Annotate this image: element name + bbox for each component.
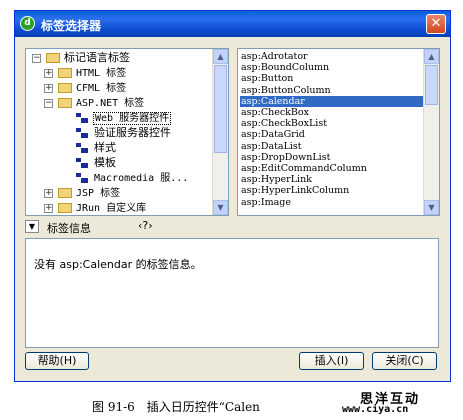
tag-info-title: 标签信息 <box>47 222 91 235</box>
tree-item-label: Macromedia 服... <box>94 173 189 184</box>
tag-icon <box>76 173 88 183</box>
tag-icon <box>76 158 88 168</box>
tag-chooser-dialog: d 标签选择器 ✕ − 标记语言标签 + HTML 标签 + CFML 标签 − ASP.NE… <box>14 10 451 382</box>
watermark-url: www.ciya.cn <box>342 404 409 415</box>
list-item[interactable]: asp:EditCommandColumn <box>240 163 367 174</box>
list-item[interactable]: asp:ButtonColumn <box>240 85 331 96</box>
list-item[interactable]: asp:HyperLinkColumn <box>240 185 349 196</box>
tree-item-label: JSP 标签 <box>76 188 121 199</box>
app-icon: d <box>20 16 35 31</box>
scroll-down-icon[interactable]: ▼ <box>213 200 228 215</box>
folder-icon <box>58 98 72 108</box>
list-item[interactable]: asp:DataGrid <box>240 129 305 140</box>
insert-button[interactable]: 插入(I) <box>299 352 364 370</box>
list-item[interactable]: asp:Adrotator <box>240 51 308 62</box>
folder-icon <box>58 203 72 213</box>
tree-item-label: 验证服务器控件 <box>94 126 171 139</box>
collapse-minus-icon[interactable]: − <box>44 99 53 108</box>
close-icon: ✕ <box>430 16 442 31</box>
tree-item-label: 标记语言标签 <box>64 51 130 64</box>
tree-item-label: 样式 <box>94 141 116 154</box>
list-item-selected[interactable]: asp:Calendar <box>240 95 423 107</box>
tree-item-label: CFML 标签 <box>76 83 127 94</box>
folder-icon <box>58 68 72 78</box>
tag-icon <box>76 143 88 153</box>
close-button[interactable]: ✕ <box>426 14 446 34</box>
folder-icon <box>58 188 72 198</box>
vertical-scrollbar[interactable]: ▲ ▼ <box>423 49 439 215</box>
scroll-up-icon[interactable]: ▲ <box>424 49 439 64</box>
collapse-toggle[interactable]: ▼ <box>25 220 39 233</box>
scroll-thumb[interactable] <box>214 65 227 153</box>
window-title: 标签选择器 <box>41 19 102 33</box>
tag-icon <box>76 113 88 123</box>
folder-icon <box>58 83 72 93</box>
tag-list[interactable]: asp:Adrotator asp:BoundColumn asp:Button as… <box>237 48 440 216</box>
list-item[interactable]: asp:BoundColumn <box>240 62 329 73</box>
list-item[interactable]: asp:DataList <box>240 141 302 152</box>
scroll-thumb[interactable] <box>425 65 438 105</box>
folder-icon <box>46 53 60 63</box>
scroll-down-icon[interactable]: ▼ <box>424 200 439 215</box>
code-arrows-icon[interactable]: ‹?› <box>138 219 153 232</box>
list-item[interactable]: asp:DropDownList <box>240 152 330 163</box>
scroll-up-icon[interactable]: ▲ <box>213 49 228 64</box>
list-item[interactable]: asp:Image <box>240 197 291 208</box>
figure-caption: 图 91-6 插入日历控件“Calen <box>92 400 260 414</box>
tag-icon <box>76 128 88 138</box>
tree-item-label: Web 服务器控件 <box>92 112 172 125</box>
tag-info-text: 没有 asp:Calendar 的标签信息。 <box>34 258 202 271</box>
triangle-down-icon: ▼ <box>28 222 36 231</box>
tag-category-tree[interactable]: − 标记语言标签 + HTML 标签 + CFML 标签 − ASP.NET 标签 Web 服务… <box>25 48 229 216</box>
tree-item-label: JRun 自定义库 <box>76 203 147 214</box>
list-item[interactable]: asp:HyperLink <box>240 174 312 185</box>
vertical-scrollbar[interactable]: ▲ ▼ <box>212 49 228 215</box>
expand-plus-icon[interactable]: + <box>44 204 53 213</box>
watermark: 思洋互动 www.ciya.cn <box>330 388 463 420</box>
expand-plus-icon[interactable]: + <box>44 189 53 198</box>
tag-info-panel: 没有 asp:Calendar 的标签信息。 <box>25 238 439 348</box>
tag-info-header: ▼ 标签信息 ‹?› <box>25 219 439 237</box>
tree-item-label: ASP.NET 标签 <box>76 98 145 109</box>
list-item[interactable]: asp:CheckBox <box>240 107 309 118</box>
title-bar[interactable]: d 标签选择器 ✕ <box>15 11 450 37</box>
expand-plus-icon[interactable]: + <box>44 84 53 93</box>
expand-plus-icon[interactable]: + <box>44 69 53 78</box>
tree-item-label: HTML 标签 <box>76 68 127 79</box>
tree-item-label: 模板 <box>94 156 116 169</box>
close-dialog-button[interactable]: 关闭(C) <box>372 352 437 370</box>
list-item[interactable]: asp:Button <box>240 73 293 84</box>
list-item[interactable]: asp:CheckBoxList <box>240 118 327 129</box>
help-button[interactable]: 帮助(H) <box>25 352 89 370</box>
collapse-minus-icon[interactable]: − <box>32 54 41 63</box>
